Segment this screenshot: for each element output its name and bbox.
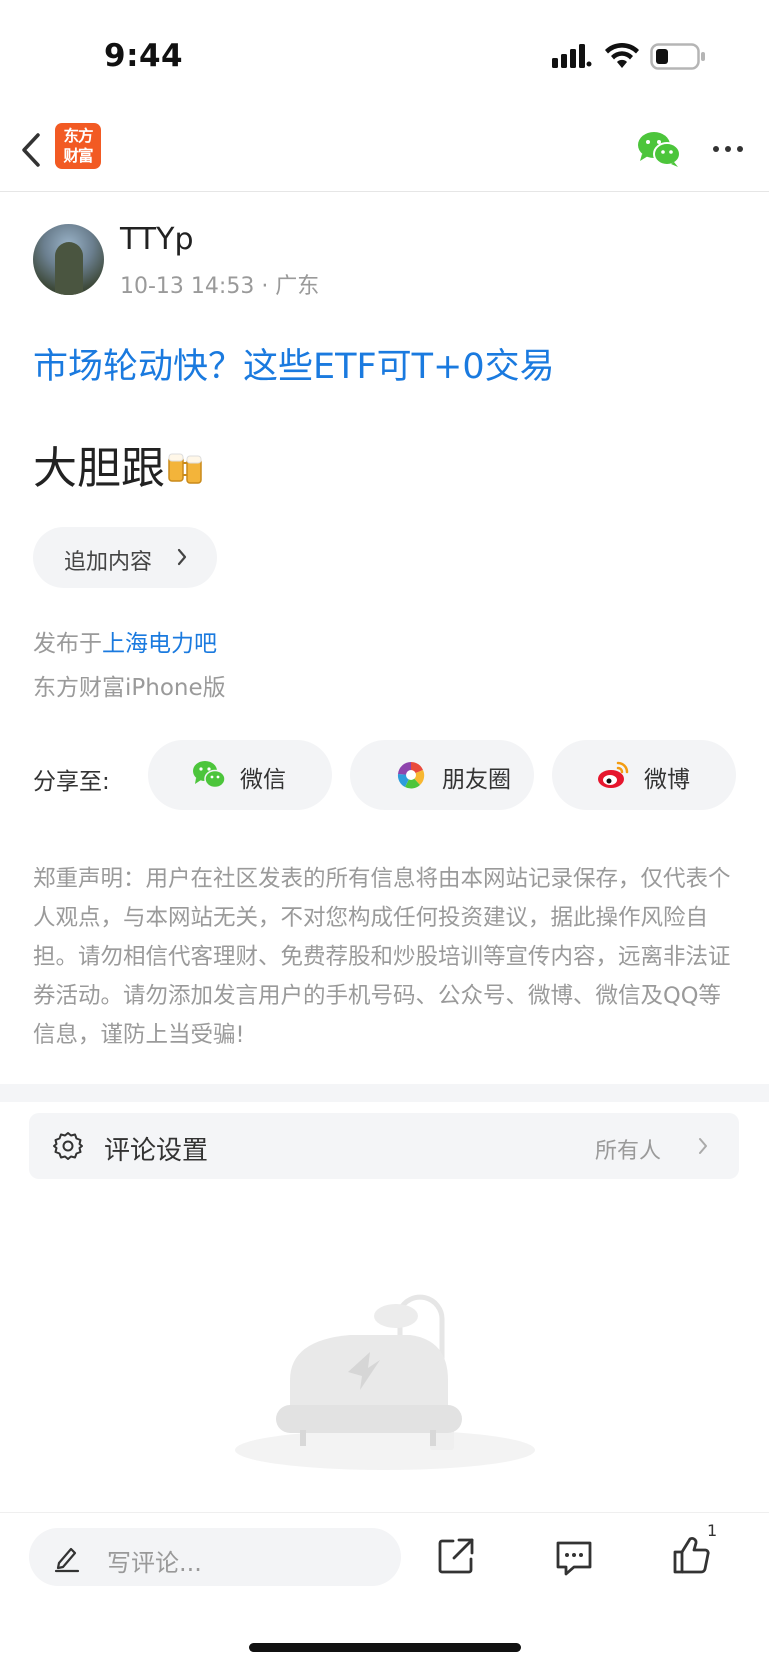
avatar-figure [55, 242, 83, 295]
client-info: 东方财富iPhone版 [33, 675, 226, 701]
publish-prefix: 发布于 [33, 631, 102, 657]
comments-icon[interactable] [554, 1539, 594, 1577]
wechat-icon[interactable] [636, 129, 682, 169]
battery-icon [650, 43, 705, 70]
post-title[interactable]: 市场轮动快？这些ETF可T+0交易 [33, 338, 555, 389]
bottom-bar: 写评论... 1 [0, 1512, 769, 1665]
comment-placeholder: 写评论... [107, 1549, 202, 1577]
app-logo[interactable]: 东方 财富 [55, 123, 101, 169]
post-body-text: 大胆跟 [33, 443, 165, 494]
app-logo-line1: 东方 [63, 127, 93, 145]
status-time: 9:44 [104, 38, 184, 74]
more-icon[interactable] [708, 134, 748, 164]
comment-settings-row[interactable]: 评论设置 所有人 [29, 1113, 739, 1179]
share-label: 分享至: [33, 769, 110, 795]
home-indicator[interactable] [249, 1643, 521, 1652]
append-content-label: 追加内容 [64, 550, 153, 575]
publish-info: 发布于上海电力吧 [33, 624, 217, 658]
chevron-right-icon [177, 548, 187, 566]
thumbs-up-icon[interactable] [671, 1535, 711, 1575]
share-weibo-button[interactable]: 微博 [552, 740, 736, 810]
avatar[interactable] [33, 224, 104, 295]
back-icon[interactable] [14, 126, 50, 174]
share-wechat-button[interactable]: 微信 [148, 740, 332, 810]
author-name[interactable]: TTYp [120, 222, 194, 257]
share-moments-button[interactable]: 朋友圈 [350, 740, 534, 810]
status-bar: 9:44 [0, 0, 769, 110]
moments-icon [397, 761, 425, 789]
empty-comments-illustration [235, 1294, 535, 1470]
chevron-right-icon [699, 1138, 707, 1154]
gear-icon [53, 1132, 83, 1160]
disclaimer: 郑重声明：用户在社区发表的所有信息将由本网站记录保存，仅代表个人观点，与本网站无… [33, 866, 731, 1048]
beer-mugs-icon [168, 453, 202, 484]
share-moments-label: 朋友圈 [442, 767, 511, 793]
nav-bar: 东方 财富 [0, 110, 769, 192]
wifi-icon [605, 42, 639, 68]
comment-settings-label: 评论设置 [104, 1136, 209, 1166]
cellular-signal-icon [552, 44, 592, 68]
share-wechat-label: 微信 [240, 767, 286, 793]
comment-input[interactable]: 写评论... [29, 1528, 401, 1586]
pen-icon [54, 1547, 80, 1573]
board-link[interactable]: 上海电力吧 [102, 631, 217, 657]
append-content-button[interactable]: 追加内容 [33, 527, 217, 588]
post-body: 大胆跟 [33, 432, 207, 496]
wechat-icon [193, 761, 226, 789]
section-divider [0, 1084, 769, 1102]
app-logo-line2: 财富 [63, 147, 93, 165]
weibo-icon [598, 761, 629, 788]
comment-settings-value: 所有人 [595, 1139, 662, 1164]
like-count: 1 [707, 1521, 718, 1540]
post-meta: 10-13 14:53 · 广东 [120, 274, 320, 299]
share-weibo-label: 微博 [644, 767, 690, 793]
share-icon[interactable] [437, 1537, 475, 1575]
